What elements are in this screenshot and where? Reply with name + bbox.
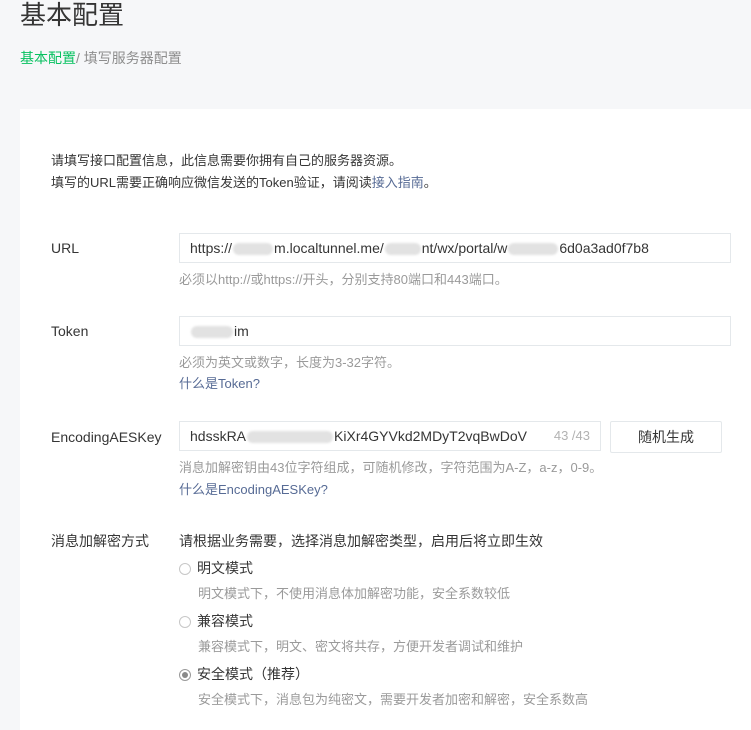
aes-key-value-part-2: KiXr4GYVkd2MDyT2vqBwDoV	[334, 428, 527, 444]
aes-key-value-part-1: hdsskRA	[190, 428, 247, 444]
what-is-aes-key-link[interactable]: 什么是EncodingAESKey?	[179, 481, 328, 499]
radio-icon[interactable]	[179, 616, 191, 628]
radio-secure-mode[interactable]: 安全模式（推荐）	[179, 664, 309, 684]
url-label: URL	[51, 240, 80, 256]
radio-checked-icon[interactable]	[179, 669, 191, 681]
encryption-mode-label: 消息加解密方式	[51, 533, 149, 549]
page: 基本配置 基本配置/ 填写服务器配置 请填写接口配置信息，此信息需要你拥有自己的…	[0, 0, 751, 730]
intro-text: 请填写接口配置信息，此信息需要你拥有自己的服务器资源。 填写的URL需要正确响应…	[51, 150, 437, 194]
url-value-part-2: m.localtunnel.me/	[274, 240, 384, 256]
redacted-blur	[384, 243, 421, 256]
url-input[interactable]: https:// m.localtunnel.me/nt/wx/portal/w 6…	[179, 233, 731, 263]
what-is-token-link[interactable]: 什么是Token?	[179, 375, 260, 393]
plaintext-mode-desc: 明文模式下，不使用消息体加解密功能，安全系数较低	[198, 586, 511, 601]
radio-label: 明文模式	[197, 560, 253, 576]
aes-key-label: EncodingAESKey	[51, 429, 162, 445]
url-value-part-3: nt/wx/portal/w	[421, 240, 508, 256]
breadcrumb-link-basic-config[interactable]: 基本配置	[20, 50, 76, 66]
access-guide-link[interactable]: 接入指南	[372, 175, 424, 190]
secure-mode-desc: 安全模式下，消息包为纯密文，需要开发者加密和解密，安全系数高	[198, 692, 589, 707]
url-value-part-1: https://	[190, 240, 233, 256]
token-input[interactable]: im	[179, 316, 731, 346]
aes-key-hint: 消息加解密钥由43位字符组成，可随机修改，字符范围为A-Z，a-z，0-9。	[179, 460, 603, 475]
intro-line-2: 填写的URL需要正确响应微信发送的Token验证，请阅读接入指南。	[51, 172, 437, 194]
token-label: Token	[51, 323, 89, 339]
intro-line-2-suffix: 。	[423, 175, 437, 190]
radio-plaintext-mode[interactable]: 明文模式	[179, 558, 253, 578]
encryption-instruction: 请根据业务需要，选择消息加解密类型，启用后将立即生效	[179, 533, 543, 549]
token-hint: 必须为英文或数字，长度为3-32字符。	[179, 355, 401, 370]
token-value: im	[234, 323, 249, 339]
breadcrumb: 基本配置/ 填写服务器配置	[20, 49, 182, 67]
radio-compatible-mode[interactable]: 兼容模式	[179, 611, 253, 631]
redacted-blur	[191, 326, 233, 339]
url-hint: 必须以http://或https://开头，分别支持80端口和443端口。	[179, 272, 508, 287]
radio-label: 安全模式（推荐）	[197, 666, 309, 682]
redacted-blur	[508, 243, 559, 256]
aes-key-counter: 43 /43	[549, 422, 590, 450]
aes-key-input[interactable]: hdsskRA KiXr4GYVkd2MDyT2vqBwDoV 43 /43	[179, 421, 601, 451]
random-generate-button[interactable]: 随机生成	[610, 421, 722, 453]
page-title: 基本配置	[20, 0, 125, 30]
redacted-blur	[247, 431, 334, 444]
url-value-part-4: 6d0a3ad0f7b8	[559, 240, 649, 256]
breadcrumb-current: / 填写服务器配置	[76, 50, 182, 66]
config-card: 请填写接口配置信息，此信息需要你拥有自己的服务器资源。 填写的URL需要正确响应…	[20, 109, 751, 730]
compatible-mode-desc: 兼容模式下，明文、密文将共存，方便开发者调试和维护	[198, 639, 524, 654]
intro-line-1: 请填写接口配置信息，此信息需要你拥有自己的服务器资源。	[51, 153, 403, 168]
radio-icon[interactable]	[179, 563, 191, 575]
radio-label: 兼容模式	[197, 613, 253, 629]
redacted-blur	[233, 243, 274, 256]
intro-line-2-text: 填写的URL需要正确响应微信发送的Token验证，请阅读	[51, 175, 372, 190]
